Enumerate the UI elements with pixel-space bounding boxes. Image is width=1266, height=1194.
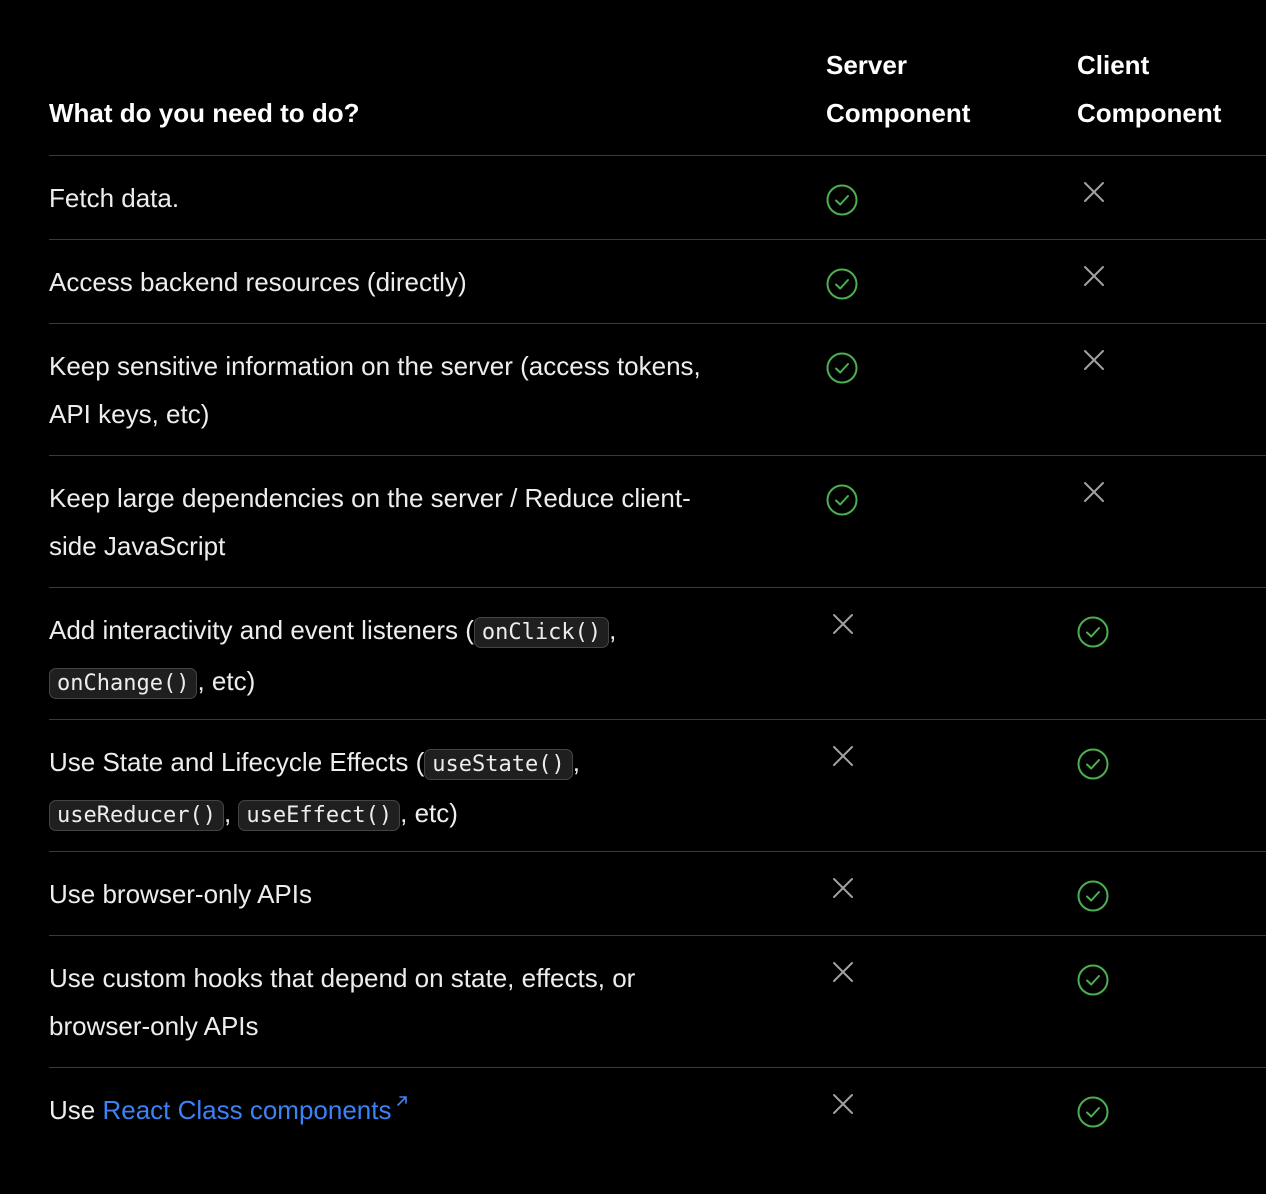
client-support bbox=[1077, 1068, 1266, 1164]
check-circle-icon bbox=[826, 184, 858, 216]
table-row: Keep sensitive information on the server… bbox=[49, 324, 1266, 456]
client-support bbox=[1077, 324, 1266, 455]
cross-icon bbox=[833, 962, 853, 982]
table-row: Keep large dependencies on the server / … bbox=[49, 456, 1266, 588]
server-support bbox=[826, 852, 1077, 935]
table-row: Add interactivity and event listeners (o… bbox=[49, 588, 1266, 720]
comparison-table: What do you need to do? Server Component … bbox=[49, 0, 1266, 1164]
row-description-line2: browser-only APIs bbox=[49, 1011, 259, 1041]
cross-icon bbox=[1084, 482, 1104, 502]
server-support bbox=[826, 1068, 1077, 1164]
client-support bbox=[1077, 720, 1266, 851]
table-row: Use browser-only APIs bbox=[49, 852, 1266, 936]
check-circle-icon bbox=[1077, 880, 1109, 912]
check-circle-icon bbox=[1077, 616, 1109, 648]
external-link-icon bbox=[396, 1096, 407, 1106]
row-description-text: , bbox=[223, 798, 232, 828]
row-description: Use React Class components bbox=[49, 1068, 826, 1164]
row-description-text: Add interactivity and event listeners ( bbox=[49, 615, 474, 645]
row-description-text: Use bbox=[49, 1095, 103, 1125]
table-row: Use State and Lifecycle Effects (useStat… bbox=[49, 720, 1266, 852]
server-support bbox=[826, 156, 1077, 239]
server-support bbox=[826, 588, 1077, 719]
table-row: Use custom hooks that depend on state, e… bbox=[49, 936, 1266, 1068]
check-circle-icon bbox=[826, 352, 858, 384]
check-circle-icon bbox=[1077, 748, 1109, 780]
client-support bbox=[1077, 588, 1266, 719]
code-usereducer: useReducer() bbox=[49, 800, 224, 831]
cross-icon bbox=[1084, 350, 1104, 370]
header-server-line1: Server bbox=[826, 50, 907, 80]
client-support bbox=[1077, 852, 1266, 935]
row-description: Fetch data. bbox=[49, 183, 180, 213]
row-description: Use custom hooks that depend on state, e… bbox=[49, 936, 826, 1067]
server-support bbox=[826, 936, 1077, 1067]
row-description: Use State and Lifecycle Effects (useStat… bbox=[49, 720, 826, 851]
cross-icon bbox=[833, 614, 853, 634]
row-description-text: , bbox=[572, 747, 580, 777]
row-description-line2: API keys, etc) bbox=[49, 399, 210, 429]
cross-icon bbox=[833, 878, 853, 898]
table-header-row: What do you need to do? Server Component … bbox=[49, 0, 1266, 156]
header-client-line2: Component bbox=[1077, 98, 1222, 128]
cross-icon bbox=[833, 746, 853, 766]
server-support bbox=[826, 324, 1077, 455]
react-class-components-link[interactable]: React Class components bbox=[102, 1095, 408, 1125]
row-description-line2: side JavaScript bbox=[49, 531, 226, 561]
client-support bbox=[1077, 240, 1266, 323]
code-onclick: onClick() bbox=[473, 617, 610, 648]
row-description-line1: Use custom hooks that depend on state, e… bbox=[49, 963, 636, 993]
server-support bbox=[826, 720, 1077, 851]
table-row: Fetch data. bbox=[49, 156, 1266, 240]
code-useeffect: useEffect() bbox=[238, 800, 401, 831]
check-circle-icon bbox=[826, 484, 858, 516]
check-circle-icon bbox=[826, 268, 858, 300]
row-description: Keep large dependencies on the server / … bbox=[49, 456, 826, 587]
row-description-text: Use State and Lifecycle Effects ( bbox=[49, 747, 425, 777]
row-description-line1: Keep large dependencies on the server / … bbox=[49, 483, 691, 513]
row-description-line1: Keep sensitive information on the server… bbox=[49, 351, 701, 381]
check-circle-icon bbox=[1077, 1096, 1109, 1128]
row-description: Keep sensitive information on the server… bbox=[49, 324, 826, 455]
header-task: What do you need to do? bbox=[49, 0, 826, 155]
link-label[interactable]: React Class components bbox=[102, 1095, 391, 1125]
row-description-text: , etc) bbox=[197, 666, 256, 696]
server-support bbox=[826, 456, 1077, 587]
check-circle-icon bbox=[1077, 964, 1109, 996]
row-description: Access backend resources (directly) bbox=[49, 267, 467, 297]
code-usestate: useState() bbox=[424, 749, 573, 780]
client-support bbox=[1077, 456, 1266, 587]
code-onchange: onChange() bbox=[49, 668, 198, 699]
row-description: Use browser-only APIs bbox=[49, 879, 312, 909]
cross-icon bbox=[833, 1094, 853, 1114]
row-description: Add interactivity and event listeners (o… bbox=[49, 588, 826, 719]
header-server-component: Server Component bbox=[826, 0, 1077, 155]
header-server-line2: Component bbox=[826, 98, 971, 128]
client-support bbox=[1077, 936, 1266, 1067]
table-row: Access backend resources (directly) bbox=[49, 240, 1266, 324]
table-row: Use React Class components bbox=[49, 1068, 1266, 1164]
server-support bbox=[826, 240, 1077, 323]
row-description-text: , etc) bbox=[400, 798, 458, 828]
header-client-component: Client Component bbox=[1077, 0, 1266, 155]
header-client-line1: Client bbox=[1077, 50, 1150, 80]
header-task-label: What do you need to do? bbox=[49, 98, 360, 128]
client-support bbox=[1077, 156, 1266, 239]
row-description-text: , bbox=[609, 615, 617, 645]
cross-icon bbox=[1084, 266, 1104, 286]
cross-icon bbox=[1084, 182, 1104, 202]
